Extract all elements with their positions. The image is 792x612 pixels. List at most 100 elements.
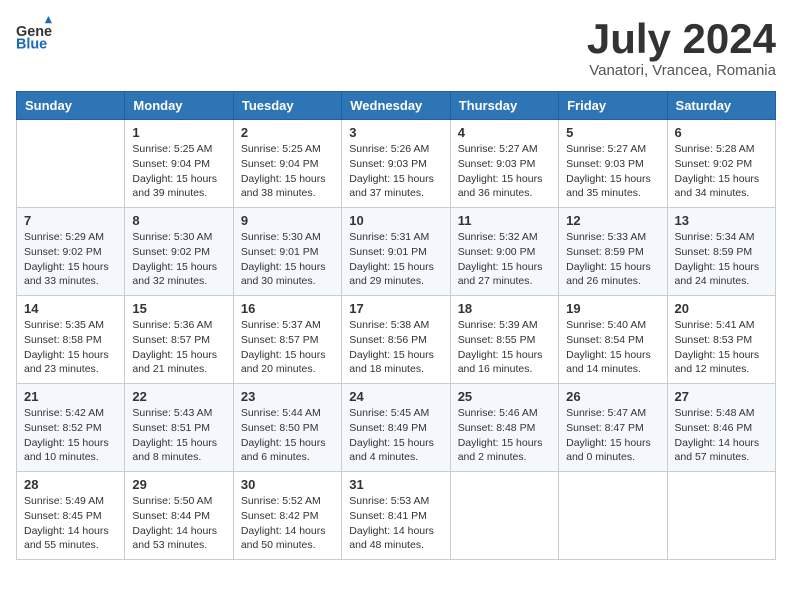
day-number: 9 bbox=[241, 213, 334, 228]
day-info: Sunrise: 5:31 AM Sunset: 9:01 PM Dayligh… bbox=[349, 230, 442, 289]
day-number: 27 bbox=[675, 389, 768, 404]
day-cell: 16 Sunrise: 5:37 AM Sunset: 8:57 PM Dayli… bbox=[233, 296, 341, 384]
day-info: Sunrise: 5:32 AM Sunset: 9:00 PM Dayligh… bbox=[458, 230, 551, 289]
day-number: 16 bbox=[241, 301, 334, 316]
day-cell: 13 Sunrise: 5:34 AM Sunset: 8:59 PM Dayli… bbox=[667, 208, 775, 296]
day-cell: 1Sunrise: 5:25 AM Sunset: 9:04 PM Daylig… bbox=[125, 120, 233, 208]
day-cell: 20 Sunrise: 5:41 AM Sunset: 8:53 PM Dayli… bbox=[667, 296, 775, 384]
day-cell: 30Sunrise: 5:52 AM Sunset: 8:42 PM Dayli… bbox=[233, 472, 341, 560]
day-cell: 25 Sunrise: 5:46 AM Sunset: 8:48 PM Dayli… bbox=[450, 384, 558, 472]
day-info: Sunrise: 5:34 AM Sunset: 8:59 PM Dayligh… bbox=[675, 230, 768, 289]
day-info: Sunrise: 5:38 AM Sunset: 8:56 PM Dayligh… bbox=[349, 318, 442, 377]
day-number: 21 bbox=[24, 389, 117, 404]
day-number: 10 bbox=[349, 213, 442, 228]
day-cell: 2Sunrise: 5:25 AM Sunset: 9:04 PM Daylig… bbox=[233, 120, 341, 208]
calendar-table: SundayMondayTuesdayWednesdayThursdayFrid… bbox=[16, 91, 776, 560]
day-cell: 18Sunrise: 5:39 AM Sunset: 8:55 PM Dayli… bbox=[450, 296, 558, 384]
day-number: 6 bbox=[675, 125, 768, 140]
week-row-2: 7 Sunrise: 5:29 AM Sunset: 9:02 PM Daylig… bbox=[17, 208, 776, 296]
day-cell: 19 Sunrise: 5:40 AM Sunset: 8:54 PM Dayli… bbox=[559, 296, 667, 384]
day-number: 20 bbox=[675, 301, 768, 316]
day-info: Sunrise: 5:41 AM Sunset: 8:53 PM Dayligh… bbox=[675, 318, 768, 377]
day-info: Sunrise: 5:46 AM Sunset: 8:48 PM Dayligh… bbox=[458, 406, 551, 465]
day-info: Sunrise: 5:30 AM Sunset: 9:02 PM Dayligh… bbox=[132, 230, 225, 289]
day-info: Sunrise: 5:40 AM Sunset: 8:54 PM Dayligh… bbox=[566, 318, 659, 377]
week-row-3: 14Sunrise: 5:35 AM Sunset: 8:58 PM Dayli… bbox=[17, 296, 776, 384]
day-cell bbox=[450, 472, 558, 560]
day-number: 22 bbox=[132, 389, 225, 404]
month-title: July 2024 bbox=[587, 16, 776, 62]
day-info: Sunrise: 5:27 AM Sunset: 9:03 PM Dayligh… bbox=[566, 142, 659, 201]
day-cell: 24Sunrise: 5:45 AM Sunset: 8:49 PM Dayli… bbox=[342, 384, 450, 472]
day-cell: 17Sunrise: 5:38 AM Sunset: 8:56 PM Dayli… bbox=[342, 296, 450, 384]
title-block: July 2024 Vanatori, Vrancea, Romania bbox=[587, 16, 776, 79]
day-cell: 14Sunrise: 5:35 AM Sunset: 8:58 PM Dayli… bbox=[17, 296, 125, 384]
day-cell: 31 Sunrise: 5:53 AM Sunset: 8:41 PM Dayli… bbox=[342, 472, 450, 560]
day-number: 15 bbox=[132, 301, 225, 316]
day-number: 30 bbox=[241, 477, 334, 492]
day-number: 19 bbox=[566, 301, 659, 316]
day-cell: 21 Sunrise: 5:42 AM Sunset: 8:52 PM Dayli… bbox=[17, 384, 125, 472]
day-number: 7 bbox=[24, 213, 117, 228]
day-cell: 29 Sunrise: 5:50 AM Sunset: 8:44 PM Dayli… bbox=[125, 472, 233, 560]
day-number: 12 bbox=[566, 213, 659, 228]
day-cell: 6 Sunrise: 5:28 AM Sunset: 9:02 PM Daylig… bbox=[667, 120, 775, 208]
day-cell bbox=[559, 472, 667, 560]
day-cell: 15Sunrise: 5:36 AM Sunset: 8:57 PM Dayli… bbox=[125, 296, 233, 384]
day-number: 31 bbox=[349, 477, 442, 492]
day-number: 8 bbox=[132, 213, 225, 228]
day-number: 25 bbox=[458, 389, 551, 404]
weekday-header-friday: Friday bbox=[559, 92, 667, 120]
day-number: 3 bbox=[349, 125, 442, 140]
day-info: Sunrise: 5:35 AM Sunset: 8:58 PM Dayligh… bbox=[24, 318, 117, 377]
day-number: 11 bbox=[458, 213, 551, 228]
day-number: 28 bbox=[24, 477, 117, 492]
day-info: Sunrise: 5:27 AM Sunset: 9:03 PM Dayligh… bbox=[458, 142, 551, 201]
day-info: Sunrise: 5:50 AM Sunset: 8:44 PM Dayligh… bbox=[132, 494, 225, 553]
day-cell: 9 Sunrise: 5:30 AM Sunset: 9:01 PM Daylig… bbox=[233, 208, 341, 296]
day-info: Sunrise: 5:30 AM Sunset: 9:01 PM Dayligh… bbox=[241, 230, 334, 289]
day-info: Sunrise: 5:37 AM Sunset: 8:57 PM Dayligh… bbox=[241, 318, 334, 377]
weekday-header-monday: Monday bbox=[125, 92, 233, 120]
day-number: 23 bbox=[241, 389, 334, 404]
svg-text:Blue: Blue bbox=[16, 36, 47, 52]
day-cell: 5 Sunrise: 5:27 AM Sunset: 9:03 PM Daylig… bbox=[559, 120, 667, 208]
day-cell: 22Sunrise: 5:43 AM Sunset: 8:51 PM Dayli… bbox=[125, 384, 233, 472]
location: Vanatori, Vrancea, Romania bbox=[587, 62, 776, 79]
day-cell: 23Sunrise: 5:44 AM Sunset: 8:50 PM Dayli… bbox=[233, 384, 341, 472]
day-number: 2 bbox=[241, 125, 334, 140]
logo: General Blue bbox=[16, 16, 56, 52]
logo-icon: General Blue bbox=[16, 16, 52, 52]
weekday-header-sunday: Sunday bbox=[17, 92, 125, 120]
day-number: 13 bbox=[675, 213, 768, 228]
day-info: Sunrise: 5:53 AM Sunset: 8:41 PM Dayligh… bbox=[349, 494, 442, 553]
day-info: Sunrise: 5:26 AM Sunset: 9:03 PM Dayligh… bbox=[349, 142, 442, 201]
day-number: 18 bbox=[458, 301, 551, 316]
day-cell: 26Sunrise: 5:47 AM Sunset: 8:47 PM Dayli… bbox=[559, 384, 667, 472]
day-cell: 28 Sunrise: 5:49 AM Sunset: 8:45 PM Dayli… bbox=[17, 472, 125, 560]
day-cell: 27 Sunrise: 5:48 AM Sunset: 8:46 PM Dayli… bbox=[667, 384, 775, 472]
day-info: Sunrise: 5:42 AM Sunset: 8:52 PM Dayligh… bbox=[24, 406, 117, 465]
day-cell: 10 Sunrise: 5:31 AM Sunset: 9:01 PM Dayli… bbox=[342, 208, 450, 296]
weekday-header-row: SundayMondayTuesdayWednesdayThursdayFrid… bbox=[17, 92, 776, 120]
weekday-header-tuesday: Tuesday bbox=[233, 92, 341, 120]
day-info: Sunrise: 5:25 AM Sunset: 9:04 PM Dayligh… bbox=[132, 142, 225, 201]
weekday-header-wednesday: Wednesday bbox=[342, 92, 450, 120]
weekday-header-saturday: Saturday bbox=[667, 92, 775, 120]
day-number: 24 bbox=[349, 389, 442, 404]
day-info: Sunrise: 5:28 AM Sunset: 9:02 PM Dayligh… bbox=[675, 142, 768, 201]
day-info: Sunrise: 5:48 AM Sunset: 8:46 PM Dayligh… bbox=[675, 406, 768, 465]
page-header: General Blue July 2024 Vanatori, Vrancea… bbox=[16, 16, 776, 79]
week-row-1: 1Sunrise: 5:25 AM Sunset: 9:04 PM Daylig… bbox=[17, 120, 776, 208]
day-cell: 3 Sunrise: 5:26 AM Sunset: 9:03 PM Daylig… bbox=[342, 120, 450, 208]
day-cell: 7 Sunrise: 5:29 AM Sunset: 9:02 PM Daylig… bbox=[17, 208, 125, 296]
weekday-header-thursday: Thursday bbox=[450, 92, 558, 120]
day-cell bbox=[17, 120, 125, 208]
day-info: Sunrise: 5:29 AM Sunset: 9:02 PM Dayligh… bbox=[24, 230, 117, 289]
day-info: Sunrise: 5:49 AM Sunset: 8:45 PM Dayligh… bbox=[24, 494, 117, 553]
day-number: 29 bbox=[132, 477, 225, 492]
day-number: 4 bbox=[458, 125, 551, 140]
day-cell: 4 Sunrise: 5:27 AM Sunset: 9:03 PM Daylig… bbox=[450, 120, 558, 208]
day-number: 5 bbox=[566, 125, 659, 140]
day-cell: 11 Sunrise: 5:32 AM Sunset: 9:00 PM Dayli… bbox=[450, 208, 558, 296]
